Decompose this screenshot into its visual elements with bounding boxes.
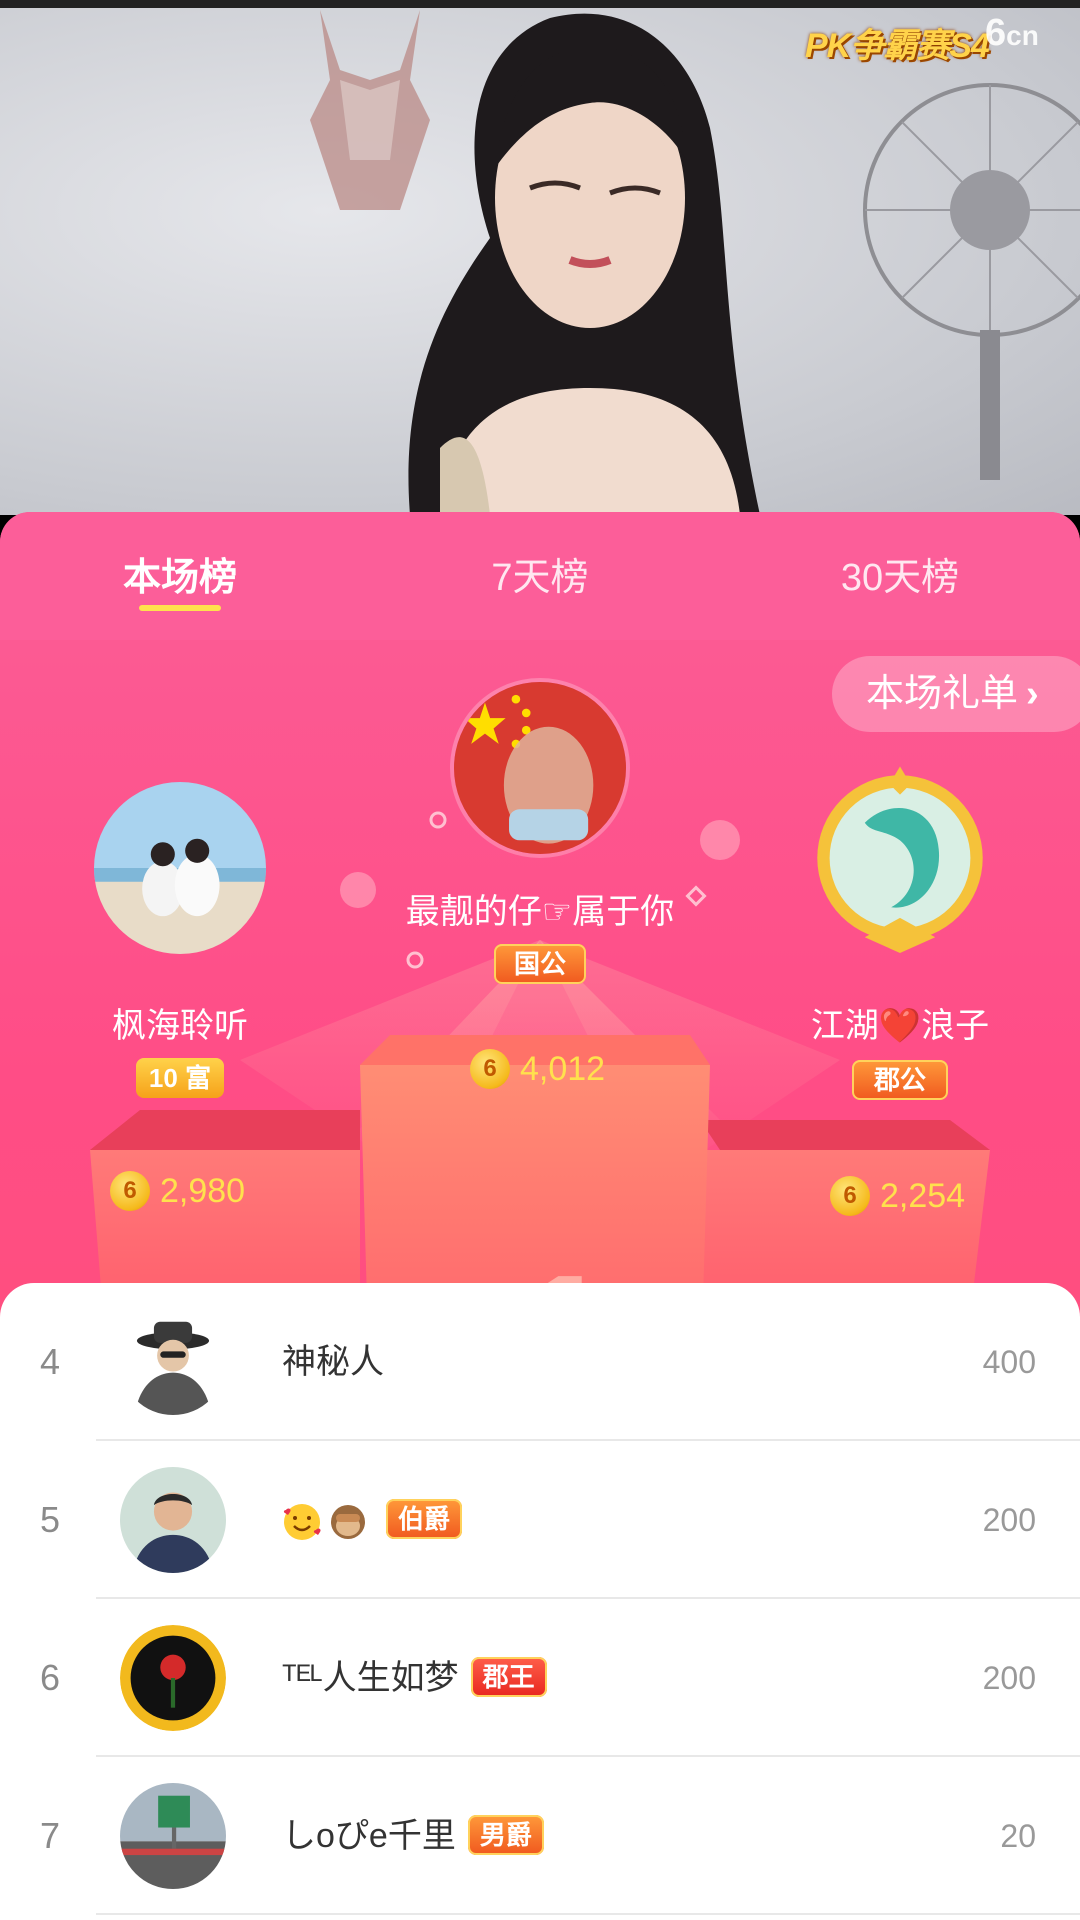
contribution-value: 200	[982, 1660, 1036, 1696]
smiling-face-with-hearts-icon	[283, 1504, 321, 1541]
see-no-evil-monkey-icon	[331, 1505, 365, 1540]
second-place-score-value: 2,980	[160, 1171, 246, 1210]
avatar[interactable]	[120, 1625, 226, 1731]
list-item[interactable]: 6 ᵀᴱᴸ人生如梦 郡王 200	[0, 1599, 1080, 1757]
second-place-avatar[interactable]	[94, 782, 266, 954]
third-place-score: 6 2,254	[830, 1175, 966, 1217]
first-place-title-badge: 国公	[494, 944, 586, 984]
tab-7-days[interactable]: 7天榜	[470, 546, 610, 601]
user-name-text: しoぴe千里	[282, 1817, 456, 1855]
list-item[interactable]: 7 しoぴe千里 男爵 20	[0, 1757, 1080, 1915]
gift-list-label: 本场礼单	[866, 673, 1019, 715]
active-tab-indicator	[139, 605, 221, 611]
coin-icon: 6	[110, 1171, 150, 1212]
rank-number: 5	[40, 1499, 61, 1540]
user-name: ᵀᴱᴸ人生如梦 郡王	[282, 1599, 547, 1757]
first-place-score-value: 4,012	[520, 1049, 606, 1088]
gift-list-button[interactable]: 本场礼单 ›	[832, 656, 1080, 732]
tab-bar: 本场榜 7天榜 30天榜	[0, 512, 1080, 640]
list-item[interactable]: 5 伯爵 200	[0, 1441, 1080, 1599]
divider	[96, 1913, 1080, 1915]
first-place-avatar[interactable]	[454, 682, 626, 854]
contribution-value: 20	[1000, 1818, 1036, 1854]
coin-icon: 6	[830, 1176, 870, 1217]
chevron-right-icon: ›	[1026, 673, 1039, 715]
user-name-text: ᵀᴱᴸ人生如梦	[282, 1659, 459, 1697]
user-name: 伯爵	[282, 1441, 463, 1599]
tab-30-days[interactable]: 30天榜	[820, 546, 980, 601]
third-place-avatar[interactable]	[812, 766, 988, 954]
site-logo-main: 6	[985, 12, 1007, 54]
avatar[interactable]	[120, 1783, 226, 1889]
first-place-name: 最靓的仔☞属于你	[405, 893, 675, 931]
live-video[interactable]: PK争霸赛S4 6cn	[0, 0, 1080, 515]
rank-number: 6	[40, 1657, 61, 1698]
title-badge: 男爵	[467, 1815, 544, 1856]
coin-icon: 6	[470, 1049, 510, 1090]
first-place-score: 6 4,012	[470, 1048, 606, 1090]
status-strip	[0, 0, 1080, 8]
second-place-name: 枫海聆听	[112, 1007, 248, 1045]
site-logo: 6cn	[985, 12, 1039, 55]
user-name: 神秘人	[282, 1343, 384, 1381]
site-logo-suffix: cn	[1006, 20, 1039, 51]
list-item[interactable]: 4 神秘人 400	[0, 1283, 1080, 1441]
event-badge: PK争霸赛S4	[805, 27, 990, 65]
rank-number: 4	[40, 1341, 61, 1382]
title-badge: 伯爵	[386, 1499, 463, 1540]
third-place-title-badge: 郡公	[852, 1060, 948, 1100]
ranking-list[interactable]: 4 神秘人 400 5 伯爵 200 6 ᵀᴱᴸ人生如梦 郡王 200 7 しo…	[0, 1283, 1080, 1920]
tab-this-show[interactable]: 本场榜	[116, 546, 244, 601]
streamer	[408, 13, 760, 515]
rank-number: 7	[40, 1815, 61, 1856]
second-place-score: 6 2,980	[110, 1170, 246, 1212]
user-name: しoぴe千里 男爵	[282, 1757, 544, 1915]
third-place-name: 江湖❤️浪子	[810, 1007, 990, 1045]
avatar[interactable]	[120, 1467, 226, 1573]
contribution-value: 200	[982, 1502, 1036, 1538]
contribution-value: 400	[982, 1344, 1036, 1380]
second-place-title-badge: 10 富	[136, 1058, 224, 1098]
title-badge: 郡王	[470, 1657, 547, 1698]
avatar[interactable]	[120, 1309, 226, 1415]
fan-decoration	[863, 83, 1080, 480]
third-place-score-value: 2,254	[880, 1176, 966, 1215]
